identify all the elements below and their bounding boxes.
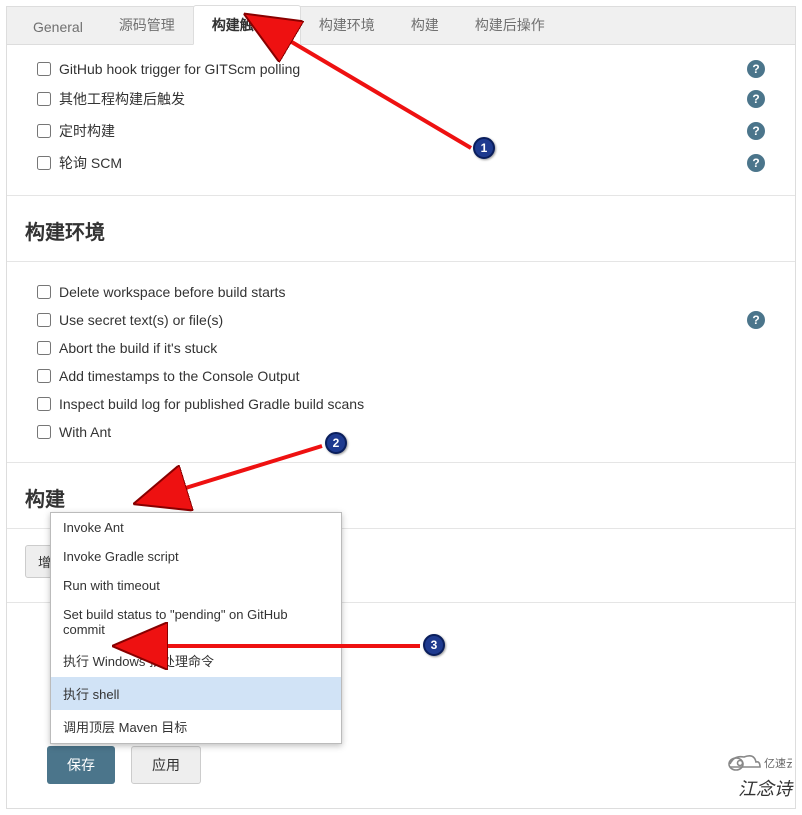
tab-triggers[interactable]: 构建触发器	[193, 5, 301, 45]
checkbox-timestamps[interactable]	[37, 369, 51, 383]
help-icon[interactable]: ?	[747, 90, 765, 108]
checkbox-poll-scm[interactable]	[37, 156, 51, 170]
divider	[7, 195, 795, 196]
row-timed: 定时构建 ?	[23, 115, 779, 147]
label-abort: Abort the build if it's stuck	[59, 340, 765, 356]
label-poll-scm: 轮询 SCM	[59, 153, 765, 173]
checkbox-delete-ws[interactable]	[37, 285, 51, 299]
dropdown-item-github-pending[interactable]: Set build status to "pending" on GitHub …	[51, 600, 341, 644]
triggers-section: GitHub hook trigger for GITScm polling ?…	[7, 45, 795, 189]
build-step-dropdown: Invoke Ant Invoke Gradle script Run with…	[50, 512, 342, 744]
apply-button[interactable]: 应用	[131, 746, 201, 784]
checkbox-timed[interactable]	[37, 124, 51, 138]
label-with-ant: With Ant	[59, 424, 765, 440]
row-timestamps: Add timestamps to the Console Output	[23, 362, 779, 390]
logo-text: 亿速云	[764, 757, 792, 770]
annotation-marker-1: 1	[473, 137, 495, 159]
section-tabs: General 源码管理 构建触发器 构建环境 构建 构建后操作	[7, 7, 795, 45]
dropdown-item-windows-batch[interactable]: 执行 Windows 批处理命令	[51, 644, 341, 677]
tab-env[interactable]: 构建环境	[301, 6, 393, 44]
dropdown-item-execute-shell[interactable]: 执行 shell	[51, 677, 341, 710]
label-other-project: 其他工程构建后触发	[59, 89, 765, 109]
annotation-marker-2: 2	[325, 432, 347, 454]
row-secret: Use secret text(s) or file(s) ?	[23, 306, 779, 334]
logo-icon: 亿速云	[720, 747, 792, 775]
help-icon[interactable]: ?	[747, 122, 765, 140]
tab-scm[interactable]: 源码管理	[101, 6, 193, 44]
checkbox-secret[interactable]	[37, 313, 51, 327]
checkbox-gradle-scan[interactable]	[37, 397, 51, 411]
row-abort: Abort the build if it's stuck	[23, 334, 779, 362]
divider	[7, 462, 795, 463]
tab-general[interactable]: General	[15, 10, 101, 44]
checkbox-abort[interactable]	[37, 341, 51, 355]
row-with-ant: With Ant	[23, 418, 779, 446]
watermark-text: 江念诗	[738, 775, 792, 801]
label-github-hook: GitHub hook trigger for GITScm polling	[59, 61, 765, 77]
checkbox-with-ant[interactable]	[37, 425, 51, 439]
annotation-marker-3: 3	[423, 634, 445, 656]
checkbox-other-project[interactable]	[37, 92, 51, 106]
tab-build[interactable]: 构建	[393, 6, 457, 44]
label-secret: Use secret text(s) or file(s)	[59, 312, 765, 328]
dropdown-item-run-timeout[interactable]: Run with timeout	[51, 571, 341, 600]
tab-post[interactable]: 构建后操作	[457, 6, 563, 44]
env-heading: 构建环境	[7, 202, 795, 255]
label-timed: 定时构建	[59, 121, 765, 141]
help-icon[interactable]: ?	[747, 154, 765, 172]
dropdown-item-invoke-ant[interactable]: Invoke Ant	[51, 513, 341, 542]
checkbox-github-hook[interactable]	[37, 62, 51, 76]
env-section: Delete workspace before build starts Use…	[7, 268, 795, 456]
save-button[interactable]: 保存	[47, 746, 115, 784]
help-icon[interactable]: ?	[747, 311, 765, 329]
help-icon[interactable]: ?	[747, 60, 765, 78]
dropdown-item-maven-top[interactable]: 调用顶层 Maven 目标	[51, 710, 341, 743]
label-gradle-scan: Inspect build log for published Gradle b…	[59, 396, 765, 412]
row-delete-ws: Delete workspace before build starts	[23, 278, 779, 306]
divider	[7, 261, 795, 262]
dropdown-item-invoke-gradle[interactable]: Invoke Gradle script	[51, 542, 341, 571]
label-timestamps: Add timestamps to the Console Output	[59, 368, 765, 384]
row-github-hook: GitHub hook trigger for GITScm polling ?	[23, 55, 779, 83]
row-gradle-scan: Inspect build log for published Gradle b…	[23, 390, 779, 418]
row-other-project: 其他工程构建后触发 ?	[23, 83, 779, 115]
row-poll-scm: 轮询 SCM ?	[23, 147, 779, 179]
label-delete-ws: Delete workspace before build starts	[59, 284, 765, 300]
